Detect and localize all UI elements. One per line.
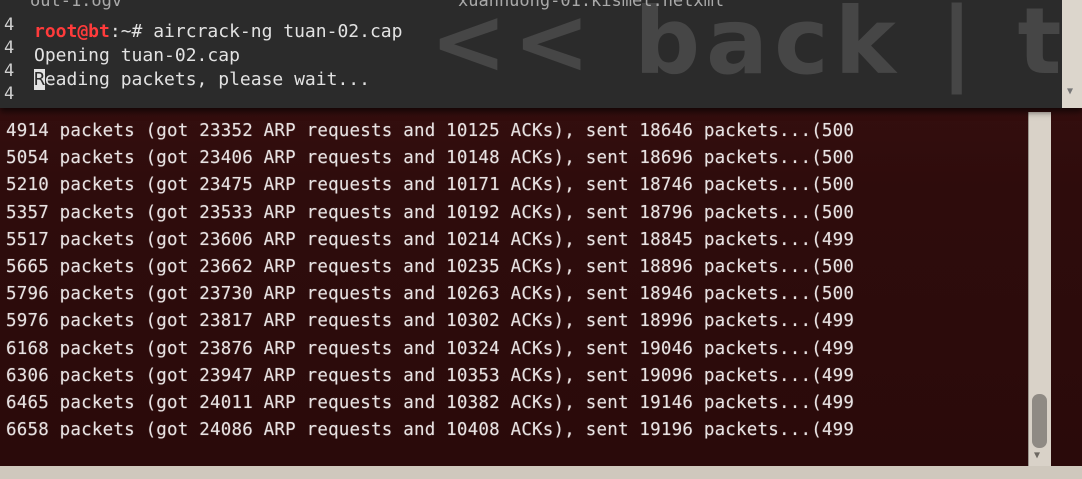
output-line: 6168 packets (got 23876 ARP requests and… [6,338,855,359]
foreground-terminal-window[interactable]: << back | tra out-1.ogv xuanhuong-01.kis… [0,0,1082,108]
output-line: 5054 packets (got 23406 ARP requests and… [6,148,855,169]
scroll-down-arrow-icon[interactable]: ▼ [1067,86,1073,97]
scroll-down-arrow-icon[interactable]: ▼ [1034,450,1040,461]
foreground-terminal-scrollbar[interactable]: ▼ [1062,0,1082,108]
output-line: 4914 packets (got 23352 ARP requests and… [6,121,855,141]
output-line: 5796 packets (got 23730 ARP requests and… [6,284,855,305]
output-line: 6465 packets (got 24011 ARP requests and… [6,392,855,413]
edge-char: 4 [4,61,15,81]
text-cursor: R [34,69,45,90]
command-line: root@bt:~# aircrack-ng tuan-02.cap [34,20,402,44]
packet-output-area: 4914 packets (got 23352 ARP requests and… [6,118,1028,448]
wallpaper-text: << back | tra [430,0,1082,95]
output-line: 5357 packets (got 23533 ARP requests and… [6,202,855,223]
edge-char: 4 [4,84,15,104]
output-line: 5210 packets (got 23475 ARP requests and… [6,175,855,196]
reading-text: eading packets, please wait... [44,69,370,90]
output-reading: Reading packets, please wait... [34,68,402,92]
partial-file-listing-right: xuanhuong-01.kismet.netxml [458,0,725,11]
partial-file-listing-left: out-1.ogv [30,0,123,11]
output-line: 6306 packets (got 23947 ARP requests and… [6,365,855,386]
terminal-output[interactable]: root@bt:~# aircrack-ng tuan-02.cap Openi… [34,20,402,92]
scrollbar-thumb[interactable] [1032,394,1047,448]
output-line: 6658 packets (got 24086 ARP requests and… [6,420,855,441]
background-terminal-scrollbar[interactable]: ▼ [1028,112,1051,468]
command-text: aircrack-ng tuan-02.cap [153,21,403,42]
output-line: 5517 packets (got 23606 ARP requests and… [6,229,855,250]
output-line: 5665 packets (got 23662 ARP requests and… [6,256,855,277]
window-bottom-edge [0,466,1082,479]
output-line: 5976 packets (got 23817 ARP requests and… [6,311,855,332]
obscured-window-edge-text: 4 4 4 4 [4,14,28,108]
output-opening: Opening tuan-02.cap [34,45,240,66]
edge-char: 4 [4,38,15,58]
edge-char: 4 [4,15,15,35]
prompt-user: root@bt [34,21,110,42]
prompt-path: :~# [109,21,154,42]
